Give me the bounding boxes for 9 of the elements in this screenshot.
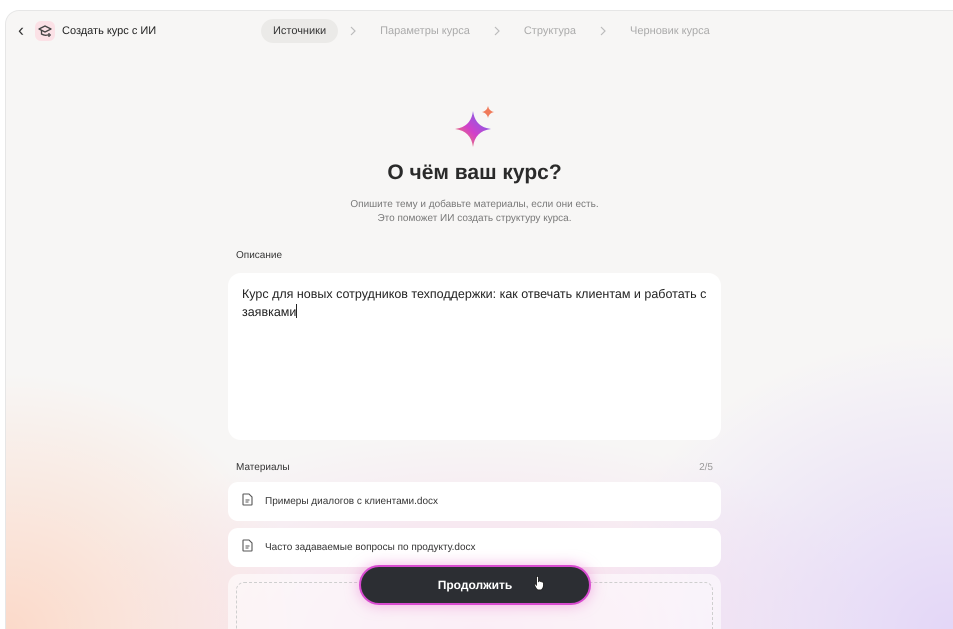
field-label: Описание xyxy=(236,250,282,261)
page-title: Создать курс с ИИ xyxy=(62,25,156,37)
file-name: Примеры диалогов с клиентами.docx xyxy=(265,496,438,507)
file-count: 2/5 xyxy=(699,462,713,473)
section-label: Материалы xyxy=(236,462,290,473)
page-heading: О чём ваш курс? xyxy=(387,161,562,185)
subtitle-text: Опишите тему и добавьте материалы, если они есть. xyxy=(350,198,599,212)
file-name: Часто задаваемые вопросы по продукту.docx xyxy=(265,542,476,553)
subtitle-text: Это поможет ИИ создать структуру курса. xyxy=(376,212,572,226)
